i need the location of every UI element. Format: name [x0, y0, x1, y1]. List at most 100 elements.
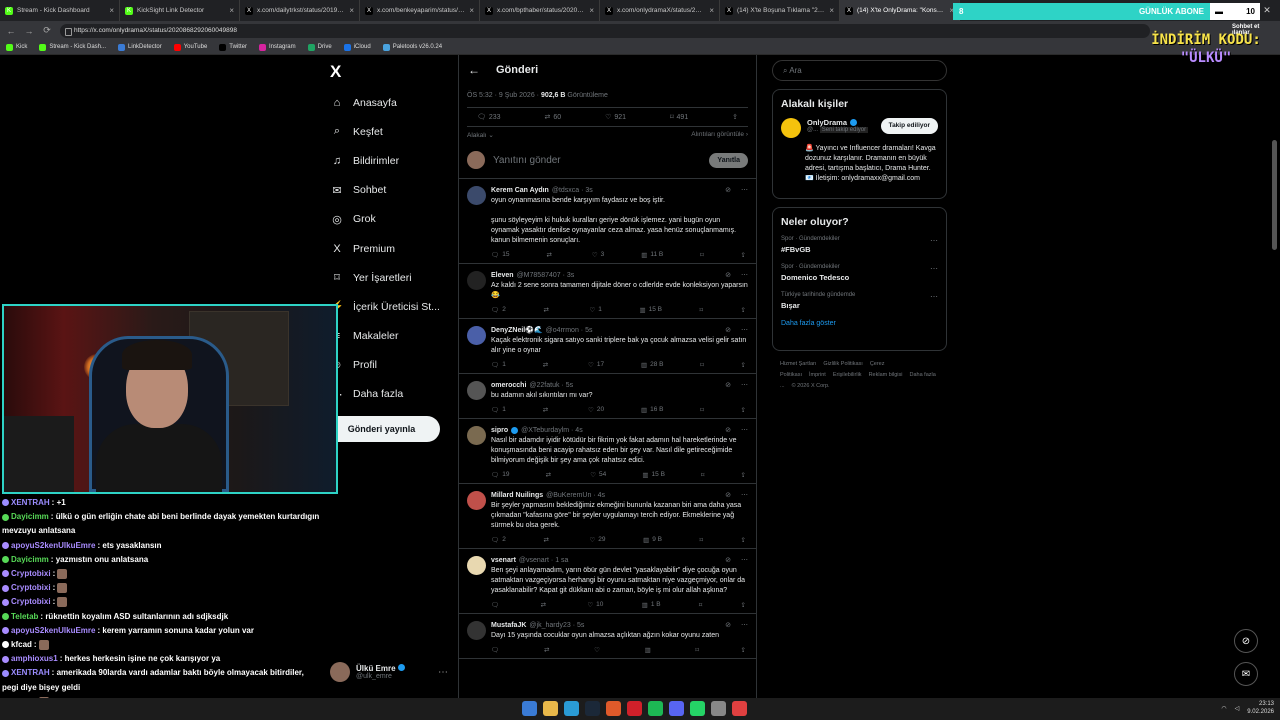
grok-icon[interactable]: ⊘: [1234, 629, 1258, 653]
trend-item[interactable]: Spor · Gündemdekiler #FBvGB ⋯: [781, 236, 938, 254]
reply-action[interactable]: 🗨 1: [491, 406, 506, 414]
reply-tweet[interactable]: Kerem Can Aydın @tdsxca · 3s ⊘ ⋯ oyun oynanm…: [459, 179, 756, 264]
browser-tab[interactable]: K Stream - Kick Dashboard ×: [0, 0, 120, 21]
bookmark-link[interactable]: iCloud: [343, 43, 371, 51]
bookmark-icon[interactable]: ⌑: [699, 601, 702, 609]
chat-username[interactable]: Teletab: [11, 612, 38, 621]
close-tab-icon[interactable]: ×: [829, 6, 834, 15]
volume-icon[interactable]: ◁: [1235, 705, 1240, 712]
edge-icon[interactable]: [564, 701, 579, 716]
reply-action[interactable]: 🗨: [491, 601, 502, 609]
tweet-author[interactable]: DenyZNeil⚽🌊: [491, 326, 543, 334]
reply-action[interactable]: 🗨 2: [491, 306, 506, 314]
reply-tweet[interactable]: DenyZNeil⚽🌊 @o4rrmon · 5s ⊘ ⋯ Kaçak elektron…: [459, 319, 756, 374]
like-action[interactable]: ♡ 17: [588, 361, 604, 369]
bookmark-icon[interactable]: ⌑: [700, 251, 703, 259]
close-tab-icon[interactable]: ×: [469, 6, 474, 15]
tweet-author[interactable]: Millard Nuilings: [491, 492, 543, 499]
show-more-link[interactable]: Daha fazla göster: [781, 320, 938, 327]
browser-tab[interactable]: Xx.com/onlydramaX/status/2020911 ×: [600, 0, 720, 21]
browser-tab[interactable]: Xx.com/bpthaber/status/20209434 ×: [480, 0, 600, 21]
views-action[interactable]: ▥ 1 B: [642, 601, 661, 609]
tweet-author[interactable]: Eleven: [491, 272, 514, 279]
share-icon[interactable]: ⇪: [732, 113, 738, 121]
footer-link[interactable]: © 2026 X Corp.: [792, 383, 830, 389]
reply-action[interactable]: 🗨 15: [491, 251, 510, 259]
reply-action[interactable]: 🗨: [491, 646, 502, 654]
avatar[interactable]: [467, 426, 486, 445]
more-dots-icon[interactable]: ⋯: [930, 264, 938, 273]
nav-more[interactable]: ⋯Daha fazla: [330, 380, 458, 409]
repost-action[interactable]: ⇄: [543, 361, 551, 369]
bookmark-link[interactable]: LinkDetector: [118, 43, 162, 51]
whatsapp-icon[interactable]: [690, 701, 705, 716]
bookmark-icon[interactable]: ⌑: [700, 361, 703, 369]
grok-icon[interactable]: ⊘: [725, 326, 731, 334]
avatar[interactable]: [467, 271, 486, 290]
reply-tweet[interactable]: omerocchi @22fatuk · 5s ⊘ ⋯ bu adamın akıl s…: [459, 374, 756, 419]
nav-notifications[interactable]: ♫ Bildirimler: [330, 146, 458, 175]
chat-username[interactable]: Dayicimm: [11, 512, 49, 521]
nav-explore[interactable]: ⌕ Keşfet: [330, 117, 458, 146]
close-tab-icon[interactable]: ×: [109, 6, 114, 15]
bookmark-icon[interactable]: ⌑: [700, 406, 703, 414]
footer-link[interactable]: Hizmet Şartları: [780, 361, 816, 367]
tweet-author[interactable]: MustafaJK: [491, 622, 526, 629]
footer-link[interactable]: İmprint: [809, 372, 826, 378]
more-dots-icon[interactable]: ⋯: [741, 426, 748, 434]
chat-username[interactable]: Dayicimm: [11, 555, 49, 564]
more-dots-icon[interactable]: ⋯: [741, 556, 748, 564]
reply-tweet[interactable]: Millard Nuilings @BuKeremUn · 4s ⊘ ⋯ Bir şey…: [459, 484, 756, 549]
nav-bookmarks[interactable]: ⌑ Yer İşaretleri: [330, 263, 458, 292]
grok-icon[interactable]: ⊘: [725, 621, 731, 629]
footer-link[interactable]: Erişilebilirlik: [833, 372, 862, 378]
chat-username[interactable]: Cryptobixi: [11, 597, 51, 606]
reply-tweet[interactable]: Eleven @M78587407 · 3s ⊘ ⋯ Az kaldı 2 sene s…: [459, 264, 756, 319]
repost-action[interactable]: ⇄: [543, 406, 551, 414]
nav-articles[interactable]: ≡Makaleler: [330, 322, 458, 351]
views-action[interactable]: ▥ 15 B: [642, 471, 665, 479]
spotify-icon[interactable]: [648, 701, 663, 716]
like-action[interactable]: ♡ 20: [588, 406, 604, 414]
reply-action[interactable]: 🗨 19: [491, 471, 510, 479]
share-icon[interactable]: ⇪: [741, 601, 746, 609]
clock[interactable]: 23:13 9.02.2026: [1247, 700, 1274, 716]
like-action[interactable]: ♡ 10: [587, 601, 603, 609]
repost-action[interactable]: ⇄: [544, 646, 552, 654]
views-action[interactable]: ▥ 9 B: [643, 536, 662, 544]
close-tab-icon[interactable]: ×: [709, 6, 714, 15]
search-input[interactable]: ⌕ Ara: [772, 60, 947, 81]
more-dots-icon[interactable]: ⋯: [438, 667, 448, 678]
app-icon[interactable]: [606, 701, 621, 716]
more-dots-icon[interactable]: ⋯: [741, 271, 748, 279]
bookmark-link[interactable]: Stream - Kick Dash...: [39, 43, 106, 51]
reply-input[interactable]: Yanıtını gönder: [493, 155, 701, 166]
chat-username[interactable]: apoyuS2kenUlkuEmre: [11, 626, 95, 635]
scrollbar[interactable]: [1272, 140, 1277, 250]
opera-icon[interactable]: [627, 701, 642, 716]
nav-grok[interactable]: ◎ Grok: [330, 205, 458, 234]
grok-icon[interactable]: ⊘: [725, 186, 731, 194]
repost-action[interactable]: ⇄: [546, 251, 554, 259]
share-icon[interactable]: ⇪: [740, 306, 745, 314]
nav-premium[interactable]: X Premium: [330, 234, 458, 263]
like-action[interactable]: ♡ 1: [589, 306, 601, 314]
avatar[interactable]: [467, 556, 486, 575]
browser-tab[interactable]: Xx.com/dailytrkst/status/20199316 ×: [240, 0, 360, 21]
account-switcher[interactable]: Ülkü Emre @ulk_emre ⋯: [330, 660, 448, 684]
share-icon[interactable]: ⇪: [741, 361, 746, 369]
bookmark-link[interactable]: Instagram: [258, 43, 296, 51]
avatar[interactable]: [467, 621, 486, 640]
like-action[interactable]: ♡ 3: [592, 251, 604, 259]
repost-action[interactable]: ⇄: [543, 536, 551, 544]
footer-link[interactable]: Gizlilik Politikası: [823, 361, 862, 367]
forward-icon[interactable]: →: [24, 26, 34, 36]
views-action[interactable]: ▥: [645, 646, 654, 654]
wifi-icon[interactable]: ◠: [1221, 705, 1226, 712]
share-icon[interactable]: ⇪: [741, 406, 746, 414]
reply-action[interactable]: 🗨 2: [491, 536, 506, 544]
chrome-icon[interactable]: [732, 701, 747, 716]
views-action[interactable]: ▥ 16 B: [641, 406, 664, 414]
grok-icon[interactable]: ⊘: [725, 426, 731, 434]
tweet-author[interactable]: omerocchi: [491, 382, 526, 389]
